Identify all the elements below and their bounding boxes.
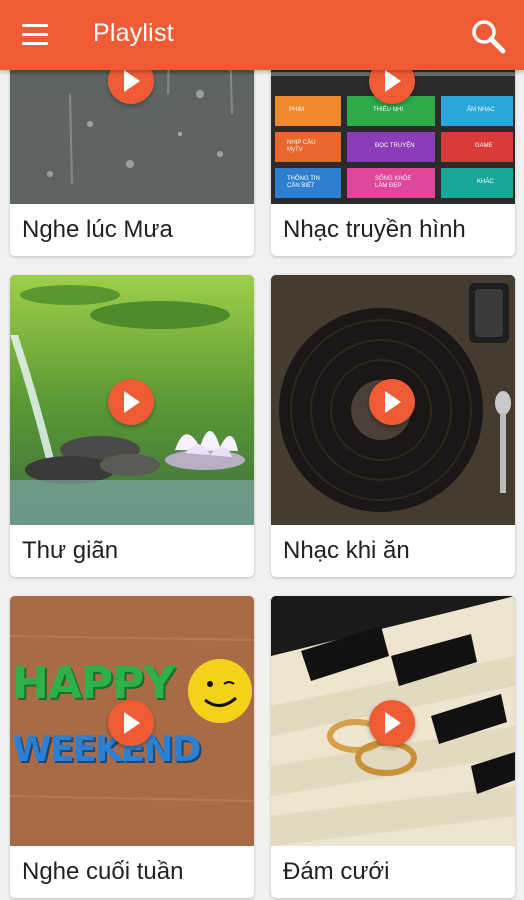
tv-tile-label: NHỊP CẦU MyTV — [287, 140, 316, 153]
playlist-card[interactable]: Đám cưới — [271, 596, 515, 898]
tv-tile-label: ÂM NHẠC — [467, 107, 495, 113]
tv-tile-label: GAME — [475, 143, 493, 149]
play-button[interactable] — [108, 700, 154, 746]
weekend-word: WEEKEND — [12, 729, 201, 770]
search-button[interactable] — [470, 18, 506, 54]
playlist-label: Nhạc truyền hình — [283, 216, 466, 243]
playlist-thumbnail — [271, 596, 515, 846]
tv-tile-label: KHÁC — [477, 179, 494, 185]
menu-icon — [22, 24, 48, 27]
tv-tile-label: SỐNG KHỎE LÀM ĐẸP — [375, 176, 412, 189]
play-icon — [124, 391, 140, 413]
playlist-thumbnail — [271, 275, 515, 525]
play-icon — [124, 70, 140, 92]
playlist-label: Thư giãn — [22, 537, 119, 564]
playlist-thumbnail — [10, 275, 254, 525]
playlist-grid: Nghe lúc Mưa PHIM THIẾU NHI ÂM NHẠC NHỊP… — [0, 0, 524, 900]
playlist-thumbnail: HAPPY WEEKEND — [10, 596, 254, 846]
happy-word: HAPPY — [12, 658, 175, 709]
playlist-label: Nghe lúc Mưa — [22, 216, 173, 243]
play-icon — [385, 712, 401, 734]
tv-tile-label: ĐỌC TRUYỆN — [375, 143, 415, 149]
play-icon — [385, 391, 401, 413]
tv-tile-label: THÔNG TIN CẦN BIẾT — [287, 176, 320, 189]
tv-tile-label: THIẾU NHI — [373, 107, 403, 113]
playlist-card[interactable]: HAPPY WEEKEND Nghe cuối tuần — [10, 596, 254, 898]
play-button[interactable] — [108, 379, 154, 425]
play-button[interactable] — [369, 700, 415, 746]
playlist-card[interactable]: Nhạc khi ăn — [271, 275, 515, 577]
tv-tile-label: PHIM — [289, 107, 304, 113]
menu-button[interactable] — [22, 24, 48, 46]
playlist-label: Nhạc khi ăn — [283, 537, 410, 564]
play-icon — [385, 70, 401, 92]
play-icon — [124, 712, 140, 734]
play-button[interactable] — [369, 379, 415, 425]
playlist-label: Nghe cuối tuần — [22, 858, 184, 885]
page-title: Playlist — [93, 19, 174, 47]
search-icon — [472, 20, 506, 54]
playlist-card[interactable]: Thư giãn — [10, 275, 254, 577]
playlist-label: Đám cưới — [283, 858, 390, 885]
app-bar: Playlist — [0, 0, 524, 70]
